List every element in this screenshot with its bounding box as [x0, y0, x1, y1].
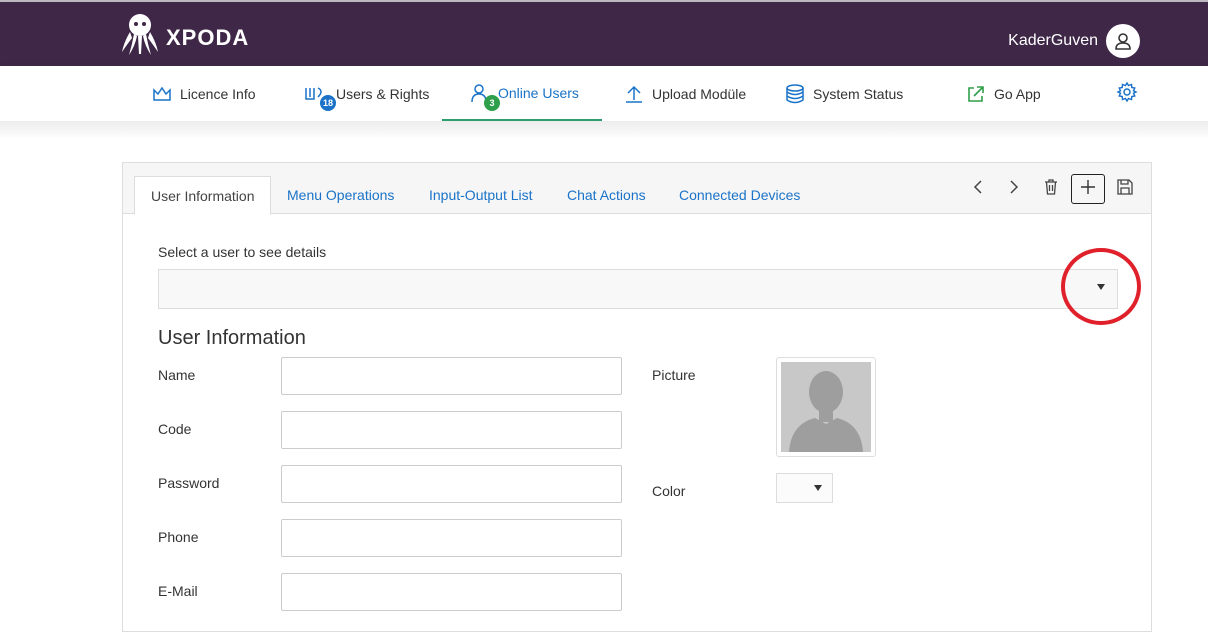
save-button[interactable]: [1110, 175, 1140, 203]
password-label: Password: [158, 475, 220, 491]
name-label: Name: [158, 367, 196, 383]
nav-label: Licence Info: [180, 85, 256, 102]
username: KaderGuven: [1008, 32, 1098, 49]
crown-icon: [152, 85, 172, 103]
email-field[interactable]: [281, 573, 622, 611]
chevron-left-icon: [972, 179, 984, 200]
xpoda-logo[interactable]: XPODA: [120, 12, 249, 61]
phone-field[interactable]: [281, 519, 622, 557]
online-user-icon: 3: [470, 83, 500, 111]
nav-label: System Status: [813, 85, 904, 102]
main-nav: Licence Info 18 Users & Rights 3 Online …: [0, 66, 1208, 121]
logo-text: XPODA: [166, 24, 250, 50]
color-select[interactable]: [776, 473, 833, 503]
user-avatar-icon[interactable]: [1106, 24, 1140, 58]
user-picture[interactable]: [776, 357, 876, 457]
save-icon: [1117, 178, 1133, 200]
avatar-placeholder-icon: [781, 362, 871, 452]
highlight-ring: [1061, 248, 1141, 325]
nav-users-rights[interactable]: 18 Users & Rights: [304, 66, 429, 121]
phone-label: Phone: [158, 529, 199, 545]
nav-label: Users & Rights: [336, 85, 430, 102]
tab-chat-actions[interactable]: Chat Actions: [551, 176, 662, 214]
online-count-badge: 3: [484, 94, 500, 111]
color-label: Color: [652, 483, 686, 499]
database-icon: [785, 83, 805, 104]
chevron-right-icon: [1008, 179, 1020, 200]
nav-label: Upload Modüle: [652, 85, 747, 102]
chevron-down-icon: [814, 485, 822, 491]
section-title: User Information: [158, 327, 306, 349]
trash-icon: [1044, 178, 1058, 200]
nav-system-status[interactable]: System Status: [785, 66, 903, 121]
name-field[interactable]: [281, 357, 622, 395]
top-header: XPODA KaderGuven: [0, 0, 1208, 66]
users-count-badge: 18: [319, 94, 336, 111]
plus-icon: [1080, 179, 1096, 200]
picture-label: Picture: [652, 367, 696, 383]
users-rights-icon: 18: [304, 85, 336, 111]
external-link-icon: [966, 84, 986, 104]
previous-button[interactable]: [963, 175, 993, 203]
nav-online-users[interactable]: 3 Online Users: [442, 66, 602, 121]
add-button[interactable]: [1071, 174, 1105, 204]
code-label: Code: [158, 421, 192, 437]
user-select[interactable]: [158, 269, 1118, 309]
tab-connected-devices[interactable]: Connected Devices: [663, 176, 816, 214]
password-field[interactable]: [281, 465, 622, 503]
next-button[interactable]: [999, 175, 1029, 203]
nav-licence-info[interactable]: Licence Info: [152, 66, 256, 121]
user-details-panel: User Information Menu Operations Input-O…: [122, 162, 1152, 632]
delete-button[interactable]: [1036, 175, 1066, 203]
nav-shadow: [0, 121, 1208, 139]
tab-menu-operations[interactable]: Menu Operations: [271, 176, 410, 214]
nav-upload-module[interactable]: Upload Modüle: [624, 66, 746, 121]
nav-go-app[interactable]: Go App: [966, 66, 1041, 121]
octopus-logo-icon: [120, 12, 160, 61]
nav-label: Go App: [994, 85, 1041, 102]
tab-input-output-list[interactable]: Input-Output List: [413, 176, 549, 214]
nav-settings[interactable]: [1116, 66, 1138, 121]
user-menu[interactable]: KaderGuven: [1008, 24, 1140, 58]
nav-label: Online Users: [498, 84, 579, 101]
gear-icon: [1116, 81, 1138, 106]
email-label: E-Mail: [158, 583, 198, 599]
tab-user-information[interactable]: User Information: [134, 176, 272, 215]
tab-bar: User Information Menu Operations Input-O…: [123, 163, 1151, 215]
upload-icon: [624, 84, 644, 104]
code-field[interactable]: [281, 411, 622, 449]
select-user-label: Select a user to see details: [158, 244, 327, 260]
